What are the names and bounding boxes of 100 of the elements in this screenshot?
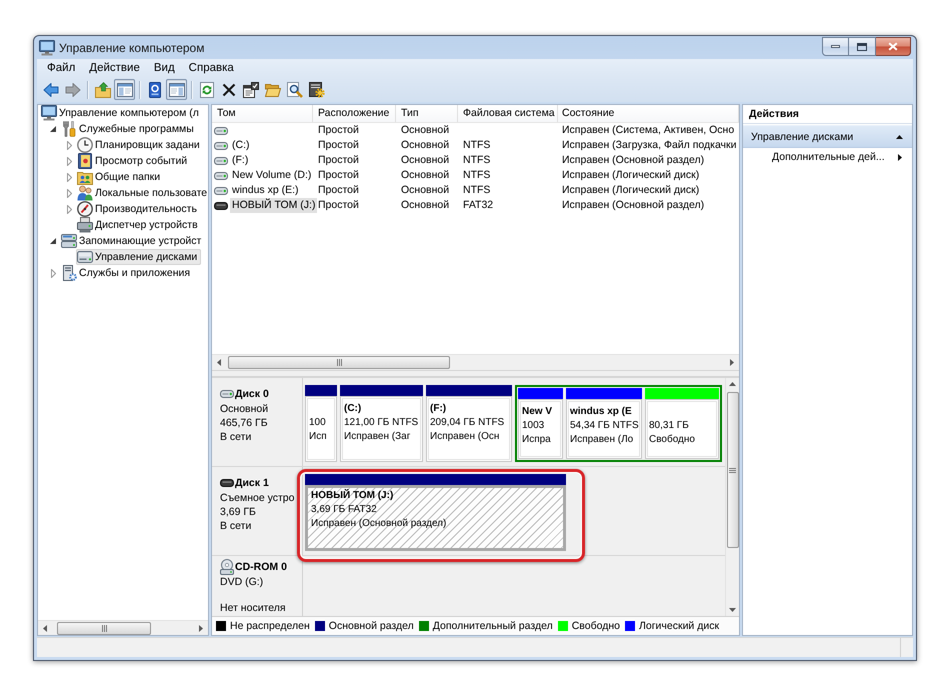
close-button[interactable] <box>876 37 911 56</box>
partition-name: windus xp (E <box>570 405 633 419</box>
removable-drive-icon <box>214 202 228 210</box>
disk-status: Нет носителя <box>220 601 287 615</box>
hard-drive-icon <box>214 156 228 164</box>
tree-item[interactable]: Управление компьютером (л <box>40 105 203 121</box>
toolbar-button[interactable] <box>284 79 305 100</box>
extended-partition-frame[interactable]: New V 1003 Испра windus xp (E 54,34 ГБ NTFS Исправен (Ло 80,31 ГБ Свободно <box>515 385 722 462</box>
legend-label: Не распределен <box>230 620 310 632</box>
action-pane-icon <box>168 82 184 98</box>
partition-card[interactable]: (C:) 121,00 ГБ NTFS Исправен (Заг <box>340 396 423 462</box>
disk-status: В сети <box>220 430 252 444</box>
shared-folder-icon <box>77 169 93 185</box>
window-title: Управление компьютером <box>59 41 204 55</box>
toolbar-button[interactable] <box>240 79 261 100</box>
table-cell-text: NTFS <box>462 138 492 153</box>
scrollbar-thumb[interactable] <box>726 392 738 548</box>
table-cell-text: Простой <box>317 153 360 168</box>
tools-icon <box>61 121 77 137</box>
horizontal-scrollbar[interactable] <box>38 620 208 635</box>
volume-label[interactable]: (C:) <box>230 138 252 153</box>
tree-item[interactable]: Производительность <box>76 201 201 217</box>
partition-status: Исправен (Ло <box>570 433 634 447</box>
partition-card[interactable]: (F:) 209,04 ГБ NTFS Исправен (Осн <box>426 396 512 462</box>
forward-arrow-icon <box>64 82 80 98</box>
partition-card[interactable]: 80,31 ГБ Свободно <box>645 399 719 459</box>
column-header[interactable]: Тип <box>396 105 458 122</box>
disk-type: Съемное устро <box>220 491 296 505</box>
tree-item[interactable]: Диспетчер устройств <box>76 217 202 233</box>
table-cell-text: Исправен (Система, Активен, Осно <box>561 123 736 138</box>
hard-drive-icon <box>214 126 228 134</box>
partition-size: 1003 <box>522 419 546 433</box>
minimize-button[interactable] <box>822 37 849 56</box>
volume-label[interactable]: New Volume (D:) <box>230 168 314 183</box>
maximize-button[interactable] <box>849 37 876 56</box>
tree-item[interactable]: Управление дисками <box>76 249 202 265</box>
tree-item[interactable]: Запоминающие устройст <box>60 233 206 249</box>
volume-label[interactable]: windus xp (E:) <box>230 183 301 198</box>
toolbar-button[interactable] <box>306 79 327 100</box>
tree-item[interactable]: Общие папки <box>76 169 164 185</box>
partition-card[interactable]: windus xp (E 54,34 ГБ NTFS Исправен (Ло <box>566 399 642 459</box>
partition-card[interactable]: 100 Исп <box>305 396 337 462</box>
vertical-scrollbar[interactable] <box>725 378 739 616</box>
partition-status: Исправен (Основной раздел) <box>311 517 448 531</box>
scrollbar-thumb[interactable] <box>57 622 151 634</box>
tree-item[interactable]: Просмотр событий <box>76 153 192 169</box>
menu-item[interactable]: Действие <box>82 59 147 77</box>
legend-label: Свободно <box>572 620 620 632</box>
grip-icon <box>102 624 106 632</box>
hard-drive-icon <box>214 186 228 194</box>
legend-label: Логический диск <box>638 620 720 632</box>
table-cell-text: Исправен (Логический диск) <box>561 183 700 198</box>
action-group-header[interactable]: Управление дисками <box>743 125 912 148</box>
table-cell-text: NTFS <box>462 183 492 198</box>
column-header[interactable]: Том <box>212 105 313 122</box>
computer-icon <box>41 105 57 121</box>
up-arrow-icon <box>729 382 736 386</box>
menu-item[interactable]: Файл <box>40 59 82 77</box>
menu-item[interactable]: Справка <box>182 59 241 77</box>
tree-item[interactable]: Служебные программы <box>60 121 198 137</box>
column-header[interactable]: Файловая система <box>458 105 558 122</box>
table-cell-text: Простой <box>317 168 360 183</box>
partition-status: Исправен (Осн <box>430 430 500 444</box>
table-cell-text: Простой <box>317 123 360 138</box>
volume-label[interactable]: (F:) <box>230 153 250 168</box>
tree-item[interactable]: Планировщик задани <box>76 137 204 153</box>
disk-type: Основной <box>220 402 270 416</box>
tree-item[interactable]: Локальные пользовате <box>76 185 208 201</box>
back-arrow-icon <box>42 82 58 98</box>
partition-status: Испра <box>522 433 552 447</box>
maximize-icon <box>857 42 867 50</box>
hard-drive-icon <box>214 172 228 180</box>
menu-item[interactable]: Вид <box>146 59 182 77</box>
partition-status: Исп <box>309 430 328 444</box>
disk-name: CD-ROM 0 <box>235 561 287 573</box>
table-cell-text: Исправен (Загрузка, Файл подкачки <box>561 138 738 153</box>
book-icon <box>77 153 93 169</box>
scrollbar-thumb[interactable] <box>228 356 450 369</box>
action-item[interactable]: Дополнительные дей... <box>743 148 912 166</box>
delete-icon <box>222 82 236 96</box>
table-cell-text: Основной <box>400 183 450 198</box>
server-icon <box>61 265 77 281</box>
table-cell-text: Основной <box>400 153 450 168</box>
tree-item[interactable]: Службы и приложения <box>60 265 194 281</box>
column-header[interactable]: Расположение <box>313 105 396 122</box>
pane-title: Действия <box>743 105 912 124</box>
partition-card[interactable]: New V 1003 Испра <box>518 399 563 459</box>
partition-status: Свободно <box>649 433 696 447</box>
right-arrow-icon <box>199 624 203 632</box>
horizontal-scrollbar[interactable] <box>212 354 739 370</box>
volume-label[interactable]: НОВЫЙ ТОМ (J:) <box>230 198 318 213</box>
hard-drive-icon <box>214 142 228 150</box>
grip-icon <box>729 468 736 472</box>
table-cell-text: Простой <box>317 138 360 153</box>
legend-label: Основной раздел <box>328 620 414 632</box>
column-header[interactable]: Состояние <box>558 105 739 122</box>
console-tree-icon <box>116 82 132 98</box>
disk-name: Диск 0 <box>235 388 269 400</box>
table-cell-text: Основной <box>400 123 450 138</box>
partition-card[interactable]: НОВЫЙ ТОМ (J:) 3,69 ГБ FAT32 Исправен (Основной раздел) <box>305 485 566 551</box>
